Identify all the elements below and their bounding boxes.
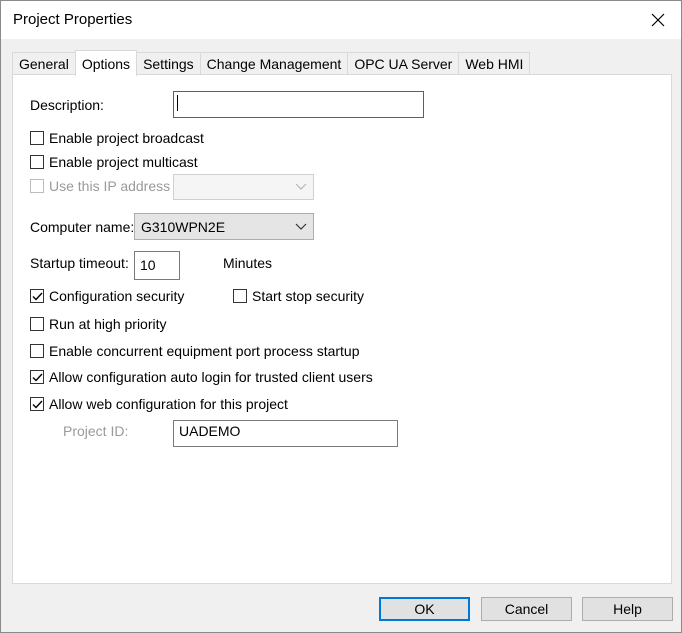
- configuration-security-label[interactable]: Configuration security: [49, 288, 184, 304]
- multicast-checkbox[interactable]: [30, 155, 44, 169]
- tab-opc-ua-server[interactable]: OPC UA Server: [347, 52, 460, 75]
- startup-timeout-input[interactable]: 10: [134, 251, 180, 280]
- chevron-down-icon: [295, 183, 307, 190]
- description-input[interactable]: [173, 91, 424, 118]
- tab-general[interactable]: General: [12, 52, 76, 75]
- project-id-label: Project ID:: [63, 423, 129, 439]
- startup-timeout-unit: Minutes: [223, 255, 273, 271]
- checkmark-icon: [32, 373, 43, 382]
- concurrent-startup-checkbox[interactable]: [30, 344, 44, 358]
- high-priority-label[interactable]: Run at high priority: [49, 316, 167, 332]
- configuration-security-checkbox[interactable]: [30, 289, 44, 303]
- tab-options[interactable]: Options: [74, 50, 138, 76]
- computer-name-select[interactable]: G310WPN2E: [134, 213, 314, 240]
- startup-timeout-label: Startup timeout:: [30, 255, 129, 271]
- close-icon: [651, 13, 665, 27]
- web-configuration-label[interactable]: Allow web configuration for this project: [49, 396, 288, 412]
- ip-address-select[interactable]: [173, 174, 314, 200]
- high-priority-checkbox[interactable]: [30, 317, 44, 331]
- concurrent-startup-label[interactable]: Enable concurrent equipment port process…: [49, 343, 360, 359]
- start-stop-security-label[interactable]: Start stop security: [252, 288, 364, 304]
- project-id-input[interactable]: UADEMO: [173, 420, 398, 447]
- tab-web-hmi[interactable]: Web HMI: [458, 52, 531, 75]
- start-stop-security-checkbox[interactable]: [233, 289, 247, 303]
- computer-name-label: Computer name:: [30, 219, 135, 235]
- multicast-label[interactable]: Enable project multicast: [49, 154, 198, 170]
- auto-login-checkbox[interactable]: [30, 370, 44, 384]
- text-caret: [177, 95, 178, 111]
- title-bar[interactable]: Project Properties: [1, 1, 681, 39]
- description-label: Description:: [30, 97, 104, 113]
- checkmark-icon: [32, 292, 43, 301]
- web-configuration-checkbox[interactable]: [30, 397, 44, 411]
- ip-address-checkbox[interactable]: [30, 179, 44, 193]
- dialog-title: Project Properties: [13, 11, 133, 28]
- broadcast-label[interactable]: Enable project broadcast: [49, 130, 204, 146]
- broadcast-checkbox[interactable]: [30, 131, 44, 145]
- tab-change-management[interactable]: Change Management: [199, 52, 349, 75]
- tab-settings[interactable]: Settings: [136, 52, 201, 75]
- auto-login-label[interactable]: Allow configuration auto login for trust…: [49, 369, 373, 385]
- chevron-down-icon: [295, 223, 307, 230]
- ok-button[interactable]: OK: [379, 597, 470, 621]
- project-properties-dialog: Project Properties General Options Setti…: [0, 0, 682, 633]
- tab-strip: General Options Settings Change Manageme…: [12, 50, 531, 76]
- ip-address-label: Use this IP address: [49, 178, 171, 194]
- help-button[interactable]: Help: [582, 597, 673, 621]
- close-button[interactable]: [643, 5, 673, 35]
- checkmark-icon: [32, 400, 43, 409]
- cancel-button[interactable]: Cancel: [481, 597, 572, 621]
- options-panel: Description: Enable project broadcast En…: [12, 74, 672, 584]
